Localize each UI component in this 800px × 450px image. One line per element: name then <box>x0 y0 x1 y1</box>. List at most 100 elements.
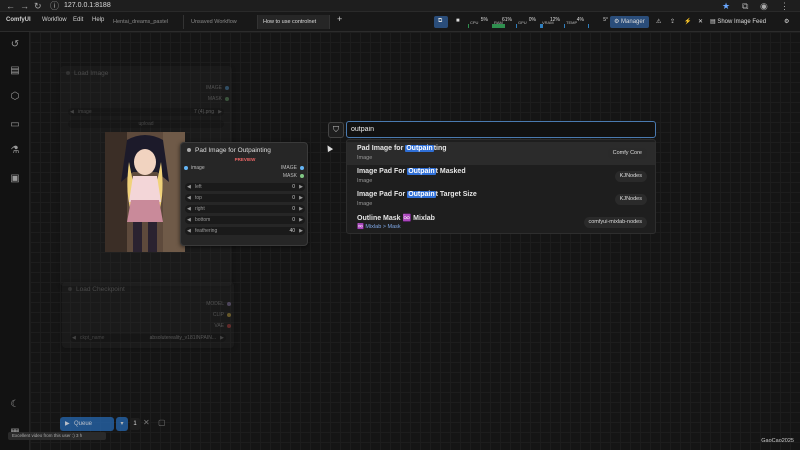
menu-workflow[interactable]: Workflow <box>42 17 67 23</box>
search-result-item[interactable]: Image Pad For Outpaint Masked Image KJNo… <box>347 165 655 188</box>
search-result-item[interactable]: Outline Mask ♾️ Mixlab ♾️ Mixlab > Mask … <box>347 211 655 234</box>
arrow-left-icon[interactable]: ◀ <box>72 335 76 341</box>
queue-button[interactable]: ▶ Queue <box>60 417 114 431</box>
output-vae: VAE <box>214 323 231 329</box>
node-title[interactable]: Load Image <box>60 66 232 80</box>
collapse-dot[interactable] <box>66 71 70 75</box>
stat-vram-bar <box>540 24 543 28</box>
back-icon[interactable]: ← <box>6 1 15 11</box>
arrow-left-icon[interactable]: ◀ <box>187 195 191 201</box>
left-number[interactable]: ◀ left 0 ▶ <box>185 183 305 191</box>
node-search-input[interactable] <box>346 121 656 138</box>
result-category: ♾️ Mixlab > Mask <box>357 224 401 230</box>
output-port[interactable] <box>227 324 231 328</box>
output-port[interactable] <box>225 97 229 101</box>
arrow-left-icon[interactable]: ◀ <box>187 206 191 212</box>
share-icon[interactable]: ⇪ <box>666 16 679 28</box>
browser-toolbar: ← → ↻ ⓘ 127.0.0.1:8188 ★ ⧉ ◉ ⋮ <box>0 0 800 12</box>
address-bar[interactable]: 127.0.0.1:8188 <box>64 1 111 11</box>
search-result-item[interactable]: Pad Image for Outpainting Image Comfy Co… <box>347 142 655 165</box>
node-canvas[interactable]: Load Image IMAGE MASK ◀ image 7 (4).png … <box>30 32 800 450</box>
info-icon[interactable]: ⓘ <box>50 1 59 11</box>
load-checkpoint-node[interactable]: Load Checkpoint MODEL CLIP VAE ◀ ckpt_na… <box>62 282 234 348</box>
preview-illustration <box>105 132 185 252</box>
arrow-right-icon[interactable]: ▶ <box>299 206 303 212</box>
arrow-right-icon[interactable]: ▶ <box>299 195 303 201</box>
stat-extra-bar <box>588 24 590 28</box>
cancel-icon[interactable]: ✕ <box>143 418 150 427</box>
stop-icon[interactable]: ■ <box>452 16 462 28</box>
forward-icon[interactable]: → <box>20 1 29 11</box>
filter-icon[interactable]: ⛉ <box>328 122 344 138</box>
app-logo[interactable]: ComfyUI <box>6 17 31 23</box>
arrow-right-icon[interactable]: ▶ <box>299 184 303 190</box>
extensions-icon[interactable]: ⧉ <box>742 1 748 11</box>
arrow-right-icon[interactable]: ▶ <box>299 217 303 223</box>
menu-edit[interactable]: Edit <box>73 17 83 23</box>
manager-button[interactable]: ⚙ Manager <box>610 16 649 28</box>
output-port[interactable] <box>227 302 231 306</box>
collapse-dot[interactable] <box>187 148 191 152</box>
model-library-icon[interactable]: ⚗ <box>8 144 22 158</box>
result-source-badge: KJNodes <box>614 194 647 205</box>
arrow-left-icon[interactable]: ◀ <box>70 109 74 115</box>
new-tab-button[interactable]: + <box>337 14 342 24</box>
output-port[interactable] <box>225 86 229 90</box>
feathering-number[interactable]: ◀ feathering 40 ▶ <box>185 227 305 235</box>
node-title[interactable]: Pad Image for Outpainting <box>181 143 307 157</box>
image-preview <box>105 132 185 252</box>
queue-panel-icon[interactable]: ⧉ <box>434 16 448 28</box>
collapse-dot[interactable] <box>68 287 72 291</box>
arrow-right-icon[interactable]: ▶ <box>299 228 303 234</box>
history-icon[interactable]: ↺ <box>8 38 22 52</box>
templates-icon[interactable]: ▣ <box>8 172 22 186</box>
node-search-dialog: ⛉ Pad Image for Outpainting Image Comfy … <box>328 121 656 234</box>
upload-button[interactable]: upload <box>68 120 224 128</box>
menu-help[interactable]: Help <box>92 17 104 23</box>
profile-icon[interactable]: ◉ <box>760 1 768 11</box>
clear-queue-icon[interactable]: ▢ <box>158 418 166 427</box>
right-number[interactable]: ◀ right 0 ▶ <box>185 205 305 213</box>
stat-gpu: GPU 0% <box>516 16 538 28</box>
reload-icon[interactable]: ↻ <box>34 1 42 11</box>
browser-menu-icon[interactable]: ⋮ <box>780 1 789 11</box>
warning-icon[interactable]: ⚠ <box>652 16 665 28</box>
top-number[interactable]: ◀ top 0 ▶ <box>185 194 305 202</box>
result-category: Image <box>357 178 373 184</box>
star-icon[interactable]: ★ <box>722 1 730 11</box>
output-port[interactable] <box>227 313 231 317</box>
queue-icon[interactable]: ▤ <box>8 64 22 78</box>
tab-how-to-use-controlnet[interactable]: How to use controlnet <box>258 15 330 29</box>
pad-image-node[interactable]: Pad Image for Outpainting PREVIEW image … <box>180 142 308 246</box>
arrow-right-icon[interactable]: ▶ <box>220 335 224 341</box>
arrow-left-icon[interactable]: ◀ <box>187 228 191 234</box>
node-title[interactable]: Load Checkpoint <box>62 282 234 296</box>
image-combo[interactable]: ◀ image 7 (4).png ▶ <box>68 108 224 116</box>
ckpt-name-combo[interactable]: ◀ ckpt_name absolutereality_v181INPAIN..… <box>70 334 226 342</box>
output-port[interactable] <box>300 174 304 178</box>
manager-icon: ⚙ <box>614 19 622 25</box>
result-name: Image Pad For Outpaint Target Size <box>357 191 477 198</box>
left-sidebar: ↺ ▤ ⬡ ▭ ⚗ ▣ ☾ ▦ <box>0 32 30 450</box>
arrow-left-icon[interactable]: ◀ <box>187 217 191 223</box>
show-image-feed-button[interactable]: ▤ Show Image Feed <box>706 16 770 28</box>
result-category: Image <box>357 201 373 207</box>
settings-icon[interactable]: ⚙ <box>780 16 793 28</box>
queue-dropdown-icon[interactable]: ▾ <box>116 417 128 431</box>
node-library-icon[interactable]: ⬡ <box>8 90 22 104</box>
comfy-menu-bar: ComfyUI Workflow Edit Help Hentai_dreams… <box>0 12 800 32</box>
arrow-left-icon[interactable]: ◀ <box>187 184 191 190</box>
result-name: Image Pad For Outpaint Masked <box>357 168 466 175</box>
input-port[interactable] <box>184 166 188 170</box>
arrow-right-icon[interactable]: ▶ <box>218 109 222 115</box>
tab-hentai-dreams[interactable]: Hentai_dreams_pastel <box>108 15 184 29</box>
bottom-number[interactable]: ◀ bottom 0 ▶ <box>185 216 305 224</box>
batch-count-input[interactable]: 1 <box>130 418 140 430</box>
preview-label: PREVIEW <box>234 157 256 162</box>
stat-gpu-bar <box>516 24 518 28</box>
tab-unsaved-workflow[interactable]: Unsaved Workflow <box>186 15 258 29</box>
search-result-item[interactable]: Image Pad For Outpaint Target Size Image… <box>347 188 655 211</box>
folder-icon[interactable]: ▭ <box>8 118 22 132</box>
output-port[interactable] <box>300 166 304 170</box>
theme-toggle-icon[interactable]: ☾ <box>8 398 22 412</box>
